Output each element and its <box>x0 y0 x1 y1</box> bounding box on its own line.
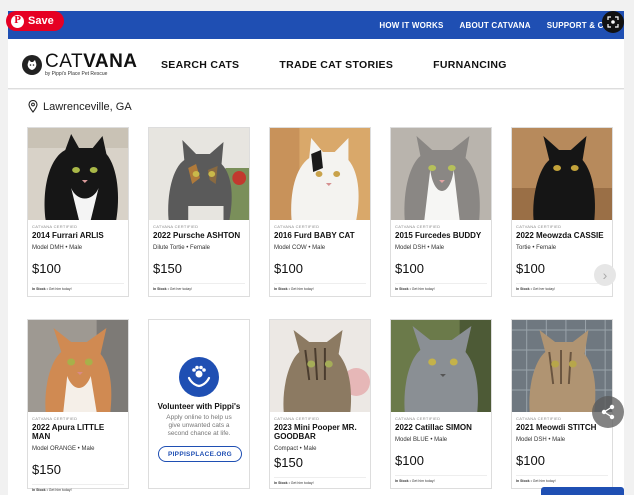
site-header: CATVANA by Pippi's Place Pet Rescue SEAR… <box>8 39 624 89</box>
cat-card-baby-cat[interactable]: CATVANA CERTIFIED 2016 Furd BABY CAT Mod… <box>269 127 371 297</box>
stock-status: In Stock • Get him today! <box>32 283 124 291</box>
page: HOW IT WORKS ABOUT CATVANA SUPPORT & CON… <box>0 0 634 495</box>
cat-name: 2023 Mini Pooper MR. GOODBAR <box>274 423 357 441</box>
stock-status: In Stock • Get him today! <box>395 475 487 483</box>
certified-tag: CATVANA CERTIFIED <box>274 416 320 421</box>
top-nav: HOW IT WORKS ABOUT CATVANA SUPPORT & CON <box>379 11 616 39</box>
location-filter[interactable]: Lawrenceville, GA <box>28 100 132 113</box>
cat-card-little-man[interactable]: CATVANA CERTIFIED 2022 Apura LITTLE MAN … <box>27 319 129 492</box>
catvana-logo[interactable]: CATVANA by Pippi's Place Pet Rescue <box>22 51 138 77</box>
nav-search-cats[interactable]: SEARCH CATS <box>161 59 239 71</box>
lens-search-icon[interactable] <box>602 11 624 33</box>
location-label: Lawrenceville, GA <box>43 100 132 113</box>
cat-name: 2022 Meowzda CASSIE <box>516 231 604 240</box>
certified-tag: CATVANA CERTIFIED <box>32 416 78 421</box>
nav-furnancing[interactable]: FURNANCING <box>433 59 507 71</box>
cat-price: $100 <box>274 261 303 276</box>
cat-card-buddy[interactable]: CATVANA CERTIFIED 2015 Furcedes BUDDY Mo… <box>390 127 492 297</box>
stock-status: In Stock • Get him today! <box>516 475 608 483</box>
cat-name: 2021 Meowdi STITCH <box>516 423 597 432</box>
carousel-next-button[interactable]: › <box>594 264 616 286</box>
stock-status: In Stock • Get him today! <box>32 484 124 492</box>
topnav-about[interactable]: ABOUT CATVANA <box>460 21 531 30</box>
cat-price: $100 <box>516 453 545 468</box>
cat-photo-buddy <box>391 128 491 220</box>
stock-status: In Stock • Get her today! <box>153 283 245 291</box>
cat-heart-icon <box>22 55 42 75</box>
cat-photo-cassie <box>512 128 612 220</box>
certified-tag: CATVANA CERTIFIED <box>153 224 199 229</box>
cat-price: $100 <box>395 453 424 468</box>
cat-photo-mr-goodbar <box>270 320 370 412</box>
cat-price: $100 <box>32 261 61 276</box>
cat-name: 2022 Apura LITTLE MAN <box>32 423 105 441</box>
cat-price: $150 <box>32 462 61 477</box>
cat-name: 2022 Catillac SIMON <box>395 423 472 432</box>
cat-model: Model ORANGE • Male <box>32 446 95 452</box>
cat-photo-baby-cat <box>270 128 370 220</box>
cat-model: Model DMH • Male <box>32 245 83 251</box>
cat-photo-arlis <box>28 128 128 220</box>
cat-model: Model COW • Male <box>274 245 326 251</box>
bottom-blue-button-edge[interactable] <box>541 487 624 495</box>
location-pin-icon <box>28 100 38 113</box>
cat-name: 2016 Furd BABY CAT <box>274 231 355 240</box>
cat-card-arlis[interactable]: CATVANA CERTIFIED 2014 Furrari ARLIS Mod… <box>27 127 129 297</box>
cat-photo-stitch <box>512 320 612 412</box>
promo-title: Volunteer with Pippi's <box>157 402 241 411</box>
stock-status: In Stock • Get her today! <box>516 283 608 291</box>
stock-status: In Stock • Get him today! <box>274 283 366 291</box>
cat-photo-simon <box>391 320 491 412</box>
cat-model: Compact • Male <box>274 446 317 452</box>
cat-price: $150 <box>153 261 182 276</box>
cat-name: 2015 Furcedes BUDDY <box>395 231 482 240</box>
pinterest-icon: P <box>11 14 24 28</box>
brand-tagline: by Pippi's Place Pet Rescue <box>45 71 108 77</box>
volunteer-promo-card: Volunteer with Pippi's Apply online to h… <box>148 319 250 489</box>
certified-tag: CATVANA CERTIFIED <box>32 224 78 229</box>
cat-model: Tortie • Female <box>516 245 557 251</box>
share-button[interactable] <box>592 396 624 428</box>
chevron-right-icon: › <box>602 267 608 283</box>
cat-photo-ashton <box>149 128 249 220</box>
cat-name: 2014 Furrari ARLIS <box>32 231 104 240</box>
certified-tag: CATVANA CERTIFIED <box>395 416 441 421</box>
pippisplace-link-button[interactable]: PIPPISPLACE.ORG <box>158 446 242 462</box>
cat-price: $100 <box>395 261 424 276</box>
pinterest-save-button[interactable]: P Save <box>6 11 64 31</box>
cat-photo-little-man <box>28 320 128 412</box>
certified-tag: CATVANA CERTIFIED <box>395 224 441 229</box>
promo-text: Apply online to help us give unwanted ca… <box>166 414 232 437</box>
share-icon <box>601 404 615 420</box>
top-bar: HOW IT WORKS ABOUT CATVANA SUPPORT & CON <box>8 11 624 39</box>
cat-model: Model DSH • Male <box>395 245 445 251</box>
topnav-how-it-works[interactable]: HOW IT WORKS <box>379 21 443 30</box>
stock-status: In Stock • Get him today! <box>274 477 366 485</box>
main-nav: SEARCH CATS TRADE CAT STORIES FURNANCING <box>161 59 507 71</box>
cat-card-ashton[interactable]: CATVANA CERTIFIED 2022 Pursche ASHTON Di… <box>148 127 250 297</box>
nav-trade-cat-stories[interactable]: TRADE CAT STORIES <box>279 59 393 71</box>
cat-model: Model DSH • Male <box>516 437 566 443</box>
brand-name: CATVANA <box>45 51 138 72</box>
helping-hands-paw-icon <box>179 357 219 397</box>
cat-card-mr-goodbar[interactable]: CATVANA CERTIFIED 2023 Mini Pooper MR. G… <box>269 319 371 489</box>
save-label: Save <box>28 15 54 27</box>
certified-tag: CATVANA CERTIFIED <box>274 224 320 229</box>
cat-card-simon[interactable]: CATVANA CERTIFIED 2022 Catillac SIMON Mo… <box>390 319 492 489</box>
cat-name: 2022 Pursche ASHTON <box>153 231 241 240</box>
certified-tag: CATVANA CERTIFIED <box>516 224 562 229</box>
cat-price: $150 <box>274 455 303 470</box>
cat-model: Model BLUE • Male <box>395 437 448 443</box>
stock-status: In Stock • Get him today! <box>395 283 487 291</box>
cat-model: Dilute Tortie • Female <box>153 245 211 251</box>
